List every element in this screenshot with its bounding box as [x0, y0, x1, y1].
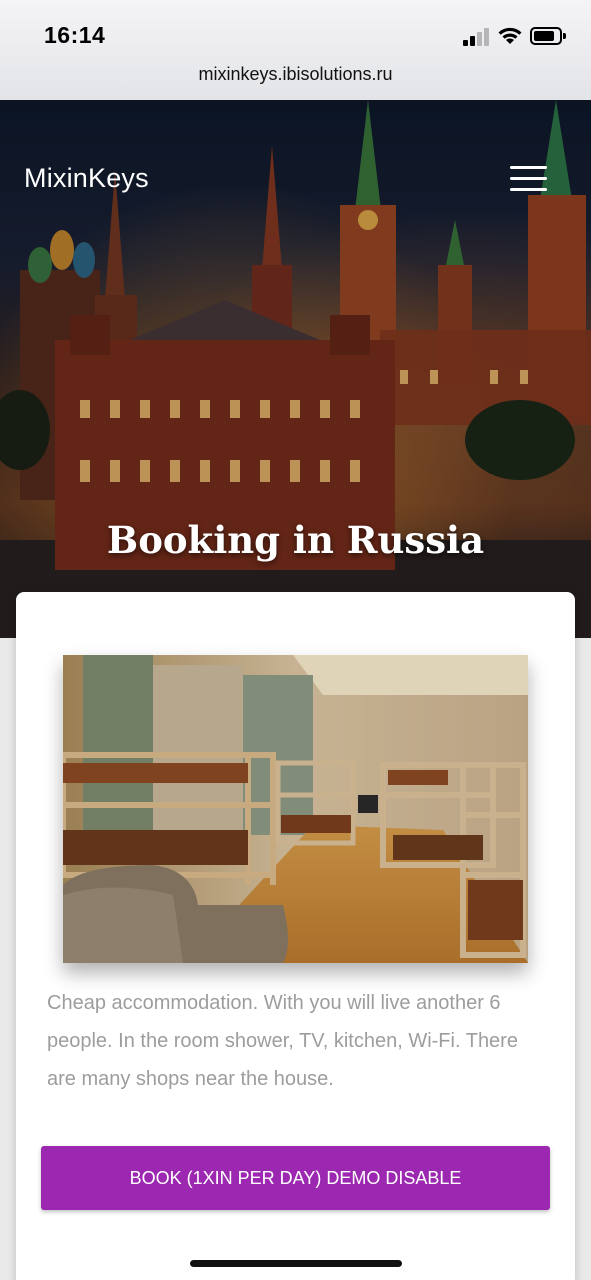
battery-icon: [530, 27, 566, 45]
hero-banner: MixinKeys Booking in Russia: [0, 100, 591, 638]
page-title: Booking in Russia: [106, 518, 485, 562]
status-bar: 16:14 mixinkeys.ibisolutions.ru: [0, 0, 591, 100]
book-button[interactable]: BOOK (1XIN PER DAY) DEMO DISABLE: [41, 1146, 550, 1210]
hamburger-menu-icon[interactable]: [510, 166, 547, 192]
room-photo: [63, 655, 528, 963]
status-time: 16:14: [44, 22, 106, 48]
home-indicator[interactable]: [190, 1260, 402, 1267]
listing-card: Cheap accommodation. With you will live …: [16, 592, 575, 1280]
cellular-signal-icon: [463, 28, 491, 46]
listing-description: Cheap accommodation. With you will live …: [47, 992, 518, 1090]
address-bar-url[interactable]: mixinkeys.ibisolutions.ru: [0, 64, 591, 85]
hostel-room-image: [63, 655, 528, 963]
wifi-icon: [498, 27, 522, 44]
brand-logo[interactable]: MixinKeys: [24, 163, 149, 194]
